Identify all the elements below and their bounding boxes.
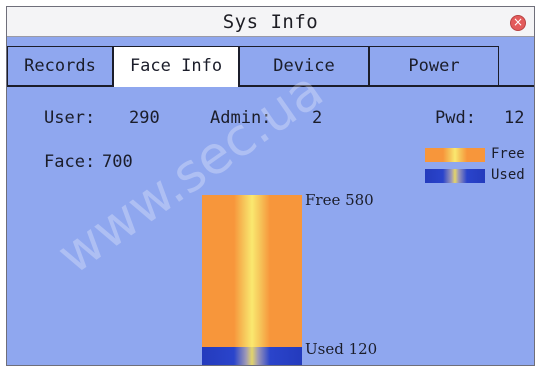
- pwd-label: Pwd:: [435, 108, 476, 128]
- pwd-count: 12: [504, 108, 525, 128]
- tab-power[interactable]: Power: [369, 46, 499, 85]
- window-title: Sys Info: [222, 11, 319, 33]
- tab-bar: Records Face Info Device Power: [7, 43, 534, 87]
- user-label: User:: [44, 108, 96, 128]
- tab-device[interactable]: Device: [239, 46, 369, 85]
- tab-face-info[interactable]: Face Info: [113, 46, 239, 87]
- tab-records[interactable]: Records: [7, 46, 113, 85]
- sys-info-window: Sys Info × Records Face Info Device Powe…: [6, 6, 535, 366]
- legend-free-swatch: [425, 148, 485, 162]
- face-label: Face:: [44, 152, 96, 172]
- user-count: 290: [129, 108, 160, 128]
- used-value-label: Used 120: [305, 340, 378, 358]
- close-icon[interactable]: ×: [510, 15, 526, 31]
- free-bar-segment: [202, 195, 302, 347]
- face-count: 700: [102, 152, 133, 172]
- legend-free-label: Free: [491, 146, 525, 162]
- admin-label: Admin:: [210, 108, 272, 128]
- admin-count: 2: [312, 108, 323, 128]
- legend-used-swatch: [425, 169, 485, 183]
- title-bar: Sys Info ×: [7, 7, 534, 37]
- legend-used-label: Used: [491, 167, 525, 183]
- used-bar-segment: [202, 347, 302, 365]
- free-value-label: Free 580: [305, 191, 374, 209]
